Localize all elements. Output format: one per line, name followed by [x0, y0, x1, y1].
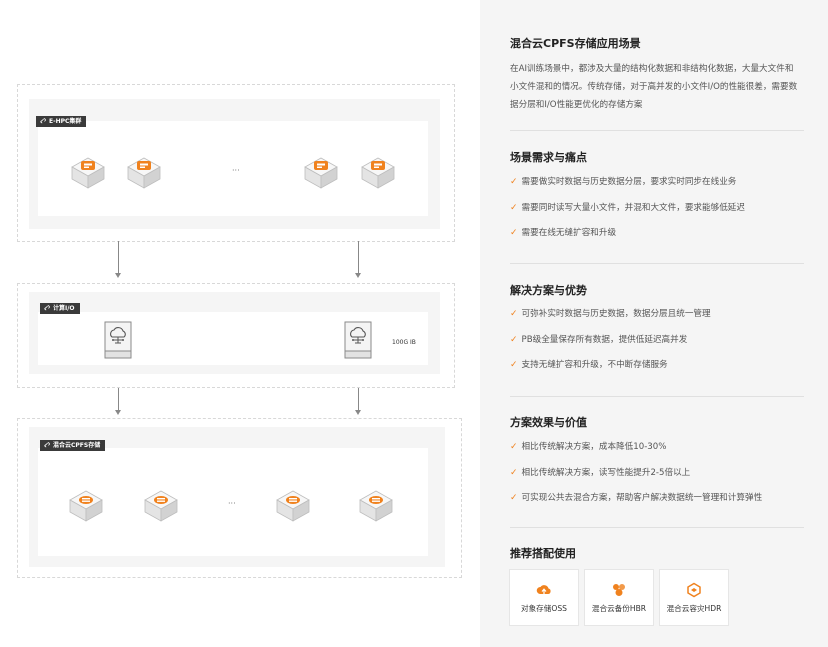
io-server-2	[344, 321, 372, 359]
value-item: ✓ 可实现公共去混合方案，帮助客户解决数据统一管理和计算弹性	[510, 491, 762, 505]
arrow-down-right-2	[355, 388, 361, 415]
link-icon	[44, 442, 50, 448]
solution-item: ✓ PB级全量保存所有数据，提供低延迟高并发	[510, 333, 687, 347]
divider	[510, 130, 804, 131]
ehpc-node-2	[125, 154, 163, 192]
check-icon: ✓	[510, 468, 518, 478]
ehpc-cluster-tag-label: E-HPC集群	[49, 118, 82, 125]
pain-point-item: ✓ 需要做实时数据与历史数据分层，要求实时同步在线业务	[510, 175, 736, 189]
compute-io-tag-label: 计算I/O	[53, 305, 75, 312]
value-item: ✓ 相比传统解决方案，成本降低10-30%	[510, 440, 666, 454]
panel-intro: 在AI训练场景中，都涉及大量的结构化数据和非结构化数据，大量大文件和小文件混和的…	[510, 64, 798, 110]
pain-point-text: 需要同时读写大量小文件，并混和大文件，要求能够低延迟	[521, 203, 745, 213]
value-text: 相比传统解决方案，成本降低10-30%	[521, 442, 667, 452]
panel-title: 混合云CPFS存储应用场景	[510, 37, 641, 50]
pain-point-text: 需要做实时数据与历史数据分层，要求实时同步在线业务	[521, 177, 737, 187]
check-icon: ✓	[510, 203, 518, 213]
ehpc-node-4	[359, 154, 397, 192]
io-server-1	[104, 321, 132, 359]
check-icon: ✓	[510, 442, 518, 452]
section-title-pain-points: 场景需求与痛点	[510, 151, 587, 164]
cpfs-node-2	[142, 487, 180, 525]
check-icon: ✓	[510, 335, 518, 345]
product-card-hdr[interactable]: 混合云容灾HDR	[659, 569, 729, 626]
solution-text: 可弥补实时数据与历史数据，数据分层且统一管理	[521, 309, 711, 319]
pain-point-item: ✓ 需要同时读写大量小文件，并混和大文件，要求能够低延迟	[510, 201, 745, 215]
ehpc-node-1	[69, 154, 107, 192]
section-title-value: 方案效果与价值	[510, 416, 587, 429]
divider	[510, 263, 804, 264]
check-icon: ✓	[510, 228, 518, 238]
product-label: 混合云容灾HDR	[666, 604, 722, 613]
ehpc-cluster-tag: E-HPC集群	[36, 116, 87, 127]
cpfs-node-4	[357, 487, 395, 525]
compute-io-tag: 计算I/O	[40, 303, 80, 314]
network-caption: 100G IB	[392, 339, 416, 346]
product-card-oss[interactable]: 对象存储OSS	[509, 569, 579, 626]
ehpc-node-3	[302, 154, 340, 192]
ehpc-ellipsis: ···	[232, 166, 240, 175]
cpfs-storage-tag: 混合云CPFS存储	[40, 440, 106, 451]
check-icon: ✓	[510, 493, 518, 503]
cpfs-ellipsis: ···	[228, 499, 236, 508]
cpfs-storage-tag-label: 混合云CPFS存储	[53, 442, 101, 449]
divider	[510, 396, 804, 397]
product-card-hbr[interactable]: 混合云备份HBR	[584, 569, 654, 626]
section-title-solution: 解决方案与优势	[510, 284, 587, 297]
value-text: 可实现公共去混合方案，帮助客户解决数据统一管理和计算弹性	[521, 493, 763, 503]
link-icon	[44, 305, 50, 311]
hybrid-backup-icon	[613, 584, 625, 596]
scenario-panel: 混合云CPFS存储应用场景 在AI训练场景中，都涉及大量的结构化数据和非结构化数…	[480, 0, 828, 647]
architecture-diagram: E-HPC集群 ··· 计算I/O 100G IB 混合云CPFS存储 ···	[0, 0, 480, 647]
product-label: 对象存储OSS	[521, 604, 567, 613]
link-icon	[40, 118, 46, 124]
check-icon: ✓	[510, 309, 518, 319]
value-item: ✓ 相比传统解决方案，读写性能提升2-5倍以上	[510, 466, 690, 480]
pain-point-item: ✓ 需要在线无缝扩容和升级	[510, 226, 616, 240]
cpfs-node-3	[274, 487, 312, 525]
solution-item: ✓ 支持无缝扩容和升级，不中断存储服务	[510, 358, 668, 372]
cloud-storage-icon	[536, 585, 551, 594]
divider	[510, 527, 804, 528]
check-icon: ✓	[510, 177, 518, 187]
section-title-recommend: 推荐搭配使用	[510, 547, 576, 560]
solution-text: 支持无缝扩容和升级，不中断存储服务	[521, 360, 668, 370]
cpfs-node-1	[67, 487, 105, 525]
product-label: 混合云备份HBR	[591, 604, 647, 613]
arrow-down-left-2	[115, 388, 121, 415]
arrow-down-right-1	[355, 241, 361, 278]
solution-item: ✓ 可弥补实时数据与历史数据，数据分层且统一管理	[510, 307, 711, 321]
check-icon: ✓	[510, 360, 518, 370]
solution-text: PB级全量保存所有数据，提供低延迟高并发	[521, 335, 688, 345]
value-text: 相比传统解决方案，读写性能提升2-5倍以上	[521, 468, 691, 478]
disaster-recovery-icon	[687, 582, 701, 598]
arrow-down-left-1	[115, 241, 121, 278]
pain-point-text: 需要在线无缝扩容和升级	[521, 228, 617, 238]
